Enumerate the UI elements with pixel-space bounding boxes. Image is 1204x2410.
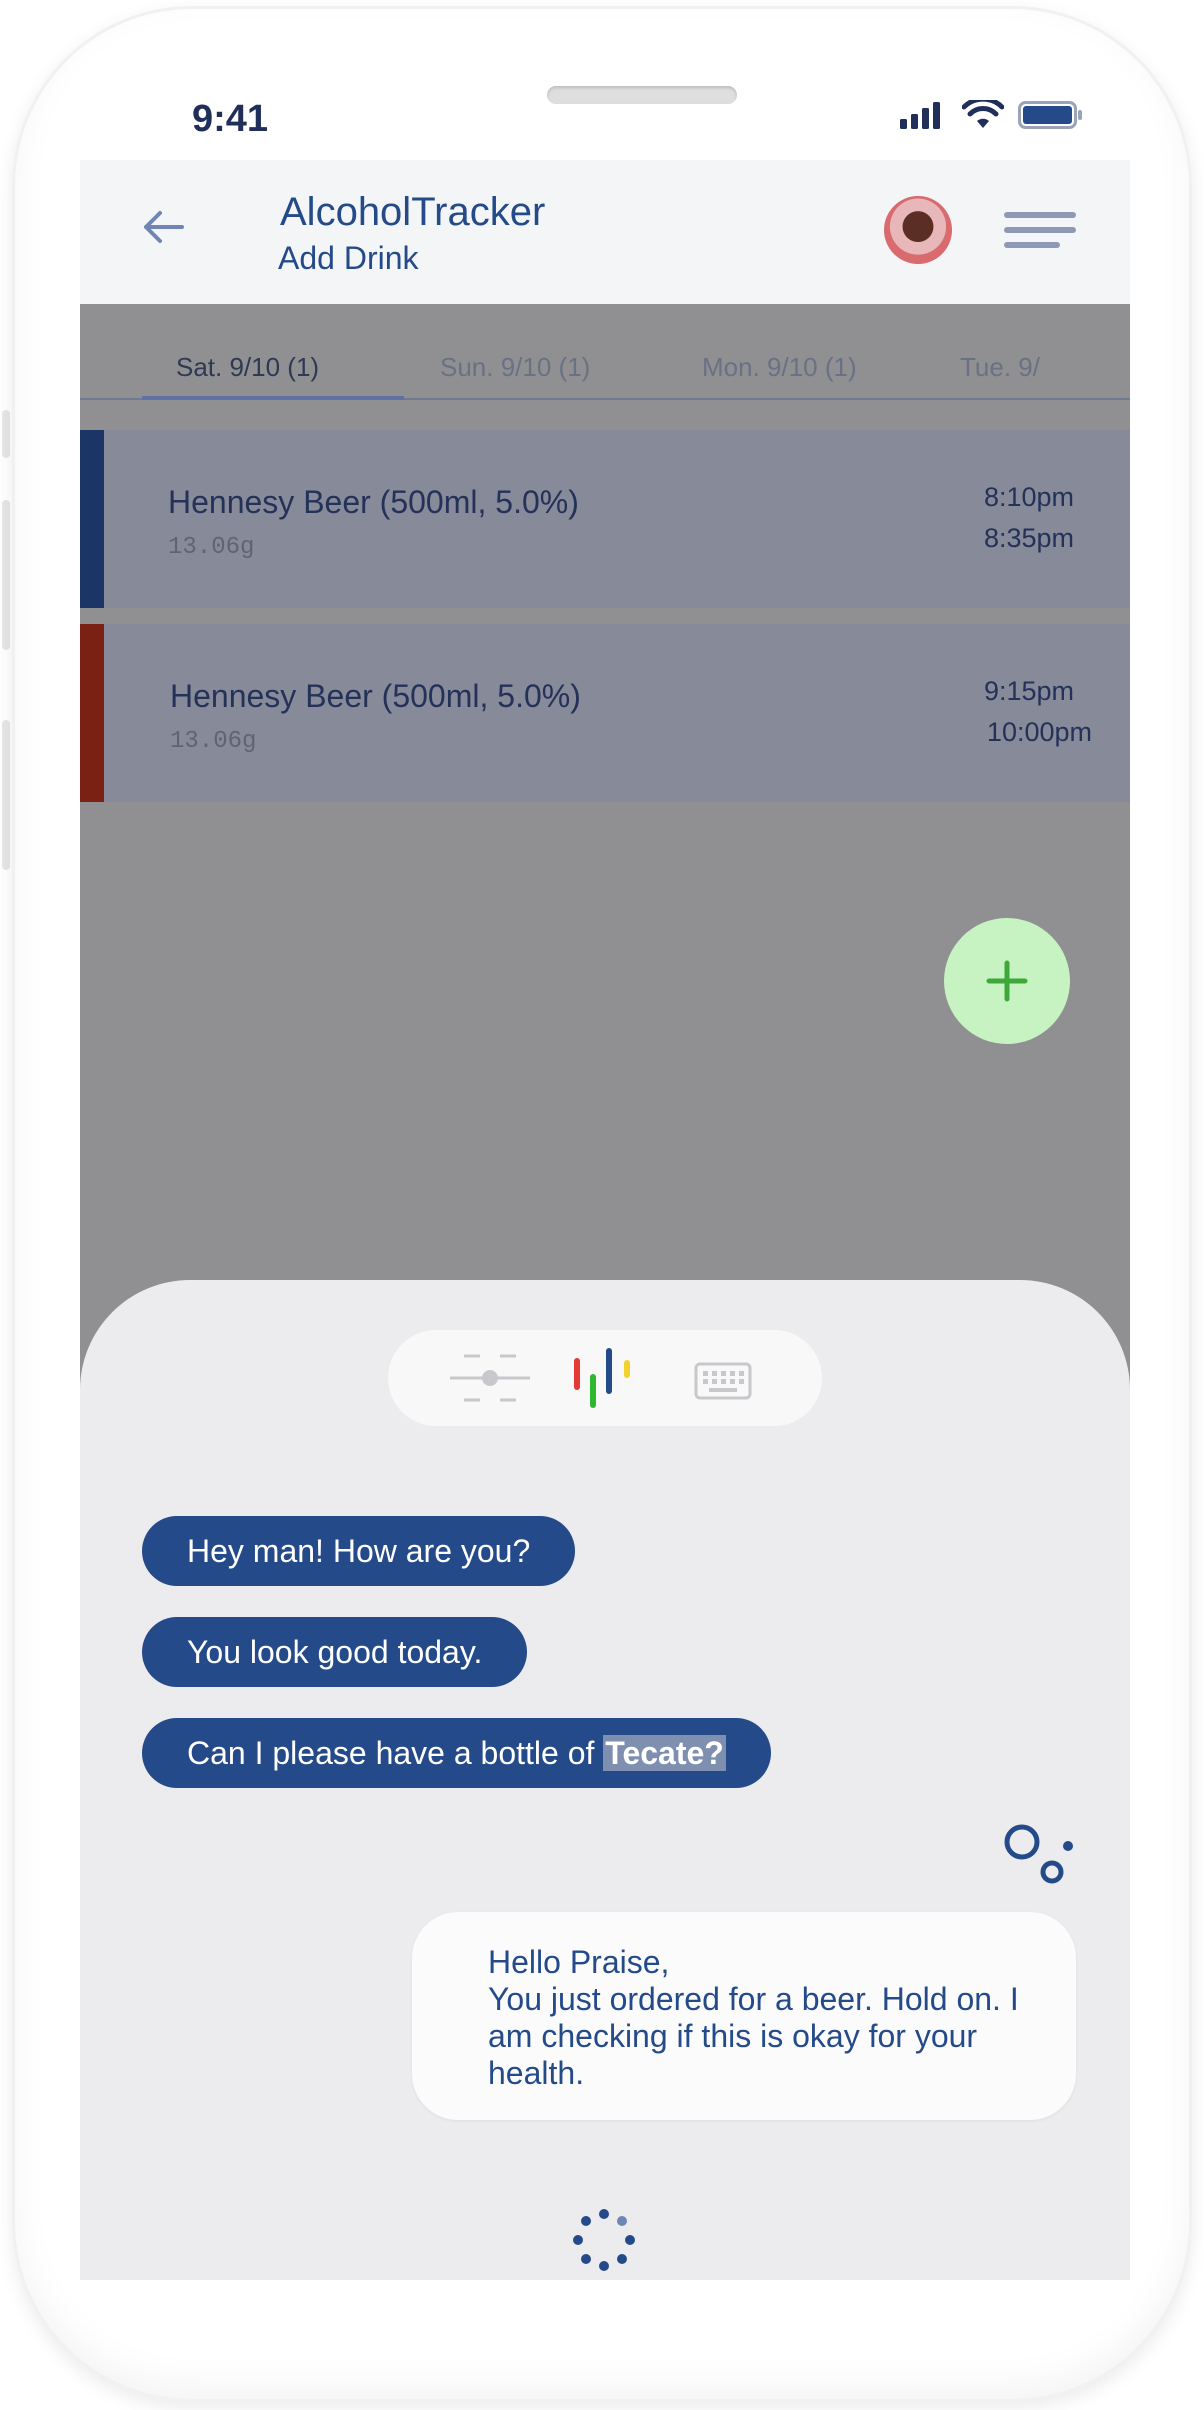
side-button-volume-down <box>2 720 10 870</box>
loading-dots-icon <box>573 2209 635 2271</box>
keyboard-icon[interactable] <box>694 1362 752 1400</box>
drink-item[interactable]: Hennesy Beer (500ml, 5.0%) 13.06g 9:15pm… <box>80 624 1130 802</box>
user-message-text: Can I please have a bottle of <box>187 1735 604 1771</box>
reply-line: You just ordered for a beer. Hold on. I <box>488 1981 1019 2017</box>
wifi-icon <box>962 100 1004 128</box>
status-icons <box>900 100 1084 130</box>
page-subtitle: Add Drink <box>278 240 419 276</box>
status-bar: 9:41 <box>0 68 1204 168</box>
drink-start-time: 9:15pm <box>983 676 1074 706</box>
avatar[interactable] <box>884 196 952 264</box>
drink-start-time: 8:10pm <box>983 482 1074 512</box>
drink-end-time: 8:35pm <box>983 523 1074 553</box>
drink-name: Hennesy Beer (500ml, 5.0%) <box>168 484 579 520</box>
assistant-reply-text: Hello Praise, You just ordered for a bee… <box>488 1944 1068 2092</box>
battery-icon <box>1018 101 1082 129</box>
drink-color-bar <box>80 430 104 608</box>
app-header: AlcoholTracker Add Drink <box>80 160 1130 304</box>
google-assistant-icon <box>1004 1824 1073 1884</box>
input-mode-switcher <box>388 1330 822 1426</box>
drink-color-bar <box>80 624 104 802</box>
app-screen: AlcoholTracker Add Drink Sat. 9/10 (1) S… <box>80 160 1130 2280</box>
signal-icon <box>900 102 940 129</box>
user-message: Hey man! How are you? <box>142 1516 576 1586</box>
voice-bars-icon[interactable] <box>572 1344 638 1414</box>
side-button-silent <box>2 410 10 458</box>
drink-item[interactable]: Hennesy Beer (500ml, 5.0%) 13.06g 8:10pm… <box>80 430 1130 608</box>
drink-grams: 13.06g <box>170 728 257 755</box>
add-drink-button[interactable] <box>944 918 1070 1044</box>
date-tabs: Sat. 9/10 (1) Sun. 9/10 (1) Mon. 9/10 (1… <box>80 304 1130 400</box>
tab-tue[interactable]: Tue. 9/ <box>960 352 1040 383</box>
hamburger-menu-icon[interactable] <box>1004 212 1076 256</box>
active-tab-indicator <box>142 396 404 400</box>
tab-mon[interactable]: Mon. 9/10 (1) <box>702 352 857 383</box>
reply-line: health. <box>488 2055 585 2091</box>
assistant-sheet: Hey man! How are you? You look good toda… <box>80 1280 1130 2280</box>
drink-name: Hennesy Beer (500ml, 5.0%) <box>170 678 581 714</box>
side-button-volume-up <box>2 500 10 650</box>
user-message: You look good today. <box>142 1617 528 1687</box>
drink-end-time: 10:00pm <box>986 717 1092 747</box>
lens-icon[interactable] <box>450 1352 530 1404</box>
tab-sat[interactable]: Sat. 9/10 (1) <box>176 352 319 383</box>
plus-icon <box>986 960 1028 1002</box>
arrow-left-icon[interactable] <box>138 202 188 252</box>
drink-grams: 13.06g <box>168 534 255 561</box>
status-time: 9:41 <box>192 98 269 140</box>
highlighted-word: Tecate? <box>603 1735 726 1771</box>
reply-line: Hello Praise, <box>488 1944 670 1980</box>
user-message: Can I please have a bottle of Tecate? <box>142 1718 771 1788</box>
reply-line: am checking if this is okay for your <box>488 2018 978 2054</box>
tab-sun[interactable]: Sun. 9/10 (1) <box>440 352 590 383</box>
assistant-reply: Hello Praise, You just ordered for a bee… <box>412 1912 1076 2120</box>
app-title: AlcoholTracker <box>280 190 546 234</box>
